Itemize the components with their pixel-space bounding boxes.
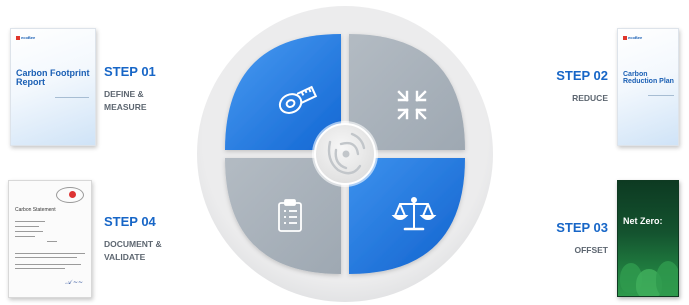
carbon-reduction-plan-thumbnail: ecoBee Carbon Reduction Plan	[617, 28, 679, 146]
net-zero-title: Net Zero:	[623, 216, 663, 226]
plan-title: Carbon Reduction Plan	[623, 71, 674, 86]
step-01-label: STEP 01	[104, 64, 156, 79]
step-04-description: DOCUMENT & VALIDATE	[104, 239, 162, 262]
step-04-label: STEP 04	[104, 214, 156, 229]
step-02-description: REDUCE	[572, 93, 608, 103]
carbon-statement-thumbnail: Carbon Statement 𝒜 ~~	[8, 180, 92, 298]
report-title: Carbon Footprint Report	[16, 68, 90, 88]
net-zero-report-thumbnail: Net Zero:	[617, 180, 679, 297]
carbon-footprint-report-thumbnail: ecoBee Carbon Footprint Report	[10, 28, 96, 146]
statement-logo	[56, 187, 84, 203]
plan-logo: ecoBee	[623, 35, 642, 40]
statement-heading: Carbon Statement	[15, 207, 56, 213]
step-01-description: DEFINE & MEASURE	[104, 89, 147, 112]
step-02-label: STEP 02	[556, 68, 608, 83]
step-03-label: STEP 03	[556, 220, 608, 235]
report-logo: ecoBee	[16, 35, 35, 40]
step-03-description: OFFSET	[574, 245, 608, 255]
signature-mark: 𝒜 ~~	[65, 279, 83, 286]
